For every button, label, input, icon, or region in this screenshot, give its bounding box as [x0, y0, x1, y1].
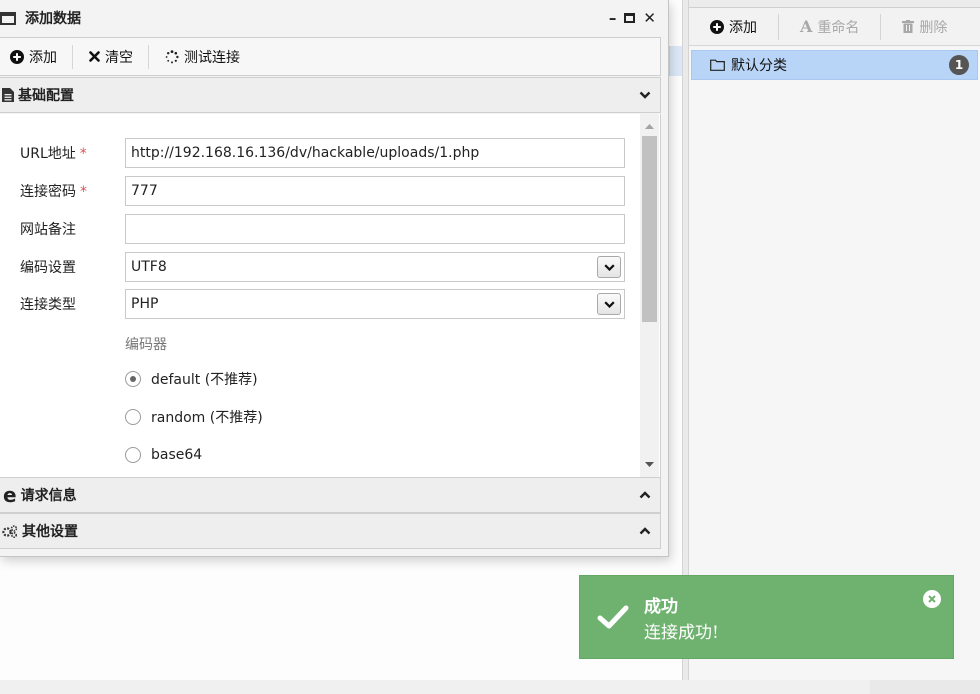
- success-toast: 成功 连接成功!: [579, 575, 954, 659]
- url-input[interactable]: [125, 138, 625, 168]
- category-list: 默认分类 1: [689, 46, 980, 84]
- encoding-label: 编码设置: [20, 260, 76, 276]
- ie-icon: e: [3, 483, 17, 507]
- chevron-down-icon: [597, 293, 621, 315]
- toast-title: 成功: [644, 596, 678, 617]
- close-icon[interactable]: [923, 590, 941, 608]
- encoder-option-label: default (不推荐): [151, 372, 258, 388]
- category-toolbar: 添加 A 重命名 删除: [689, 8, 980, 46]
- x-icon: [89, 51, 100, 62]
- plus-circle-icon: [10, 49, 24, 64]
- type-value: PHP: [131, 296, 159, 312]
- scroll-up-arrow-icon[interactable]: [640, 118, 659, 135]
- encoder-option-label: random (不推荐): [151, 410, 263, 426]
- category-rename-button[interactable]: A 重命名: [779, 13, 882, 40]
- radio-checked[interactable]: [125, 371, 141, 387]
- scroll-thumb[interactable]: [642, 136, 657, 322]
- encoding-select[interactable]: UTF8: [125, 252, 625, 282]
- type-select[interactable]: PHP: [125, 289, 625, 319]
- toast-message: 连接成功!: [644, 622, 719, 643]
- scroll-down-arrow-icon[interactable]: [640, 456, 659, 473]
- section-other-label: 其他设置: [22, 524, 78, 540]
- document-icon: [2, 88, 14, 102]
- clear-button-label: 清空: [105, 49, 133, 66]
- section-request-label: 请求信息: [20, 488, 77, 504]
- category-delete-label: 删除: [919, 19, 948, 36]
- basic-config-form: URL地址* 连接密码* 网站备注 编码设置 UTF8 连接类型 PHP 编码器: [0, 114, 661, 477]
- encoding-row: 编码设置 UTF8: [20, 252, 626, 282]
- dialog-toolbar: 添加 清空 测试连接: [0, 37, 661, 76]
- password-row: 连接密码 *: [20, 176, 626, 206]
- test-connection-button[interactable]: 测试连接: [149, 45, 255, 69]
- font-icon: A: [800, 17, 813, 36]
- folder-icon: [710, 59, 725, 71]
- password-label: 连接密码 *: [20, 184, 87, 200]
- test-connection-label: 测试连接: [184, 49, 240, 66]
- note-row: 网站备注: [20, 214, 626, 244]
- chevron-up-icon: [630, 491, 660, 499]
- category-add-label: 添加: [729, 19, 757, 36]
- category-delete-button[interactable]: 删除: [881, 14, 968, 40]
- dialog-title: 添加数据: [25, 11, 81, 27]
- chevron-down-icon: [597, 256, 621, 278]
- window-icon: [0, 11, 16, 25]
- category-item-default[interactable]: 默认分类 1: [691, 50, 978, 80]
- chevron-up-icon: [630, 527, 660, 535]
- trash-icon: [902, 20, 915, 33]
- add-button[interactable]: 添加: [0, 44, 73, 69]
- section-basic-label: 基础配置: [18, 88, 74, 104]
- url-row: URL地址 *: [20, 138, 626, 168]
- category-rename-label: 重命名: [817, 19, 860, 36]
- radio-unchecked[interactable]: [125, 447, 141, 463]
- minimize-button[interactable]: –: [609, 10, 617, 26]
- section-basic-config[interactable]: 基础配置: [0, 77, 661, 113]
- maximize-button[interactable]: [624, 13, 636, 23]
- clear-button[interactable]: 清空: [73, 44, 149, 69]
- dialog-titlebar[interactable]: 添加数据 – ✕: [0, 0, 668, 36]
- section-request-info[interactable]: e 请求信息: [0, 477, 661, 513]
- encoding-value: UTF8: [131, 259, 167, 275]
- note-input[interactable]: [125, 214, 625, 244]
- url-label: URL地址 *: [20, 146, 87, 162]
- password-input[interactable]: [125, 176, 625, 206]
- window-controls: – ✕: [609, 10, 668, 26]
- category-add-button[interactable]: 添加: [689, 13, 779, 40]
- close-button[interactable]: ✕: [643, 10, 656, 26]
- plus-circle-icon: [710, 19, 724, 34]
- type-label: 连接类型: [20, 297, 76, 313]
- note-label: 网站备注: [20, 222, 76, 238]
- status-strip: [0, 680, 870, 694]
- encoder-option-default[interactable]: default (不推荐): [125, 367, 258, 391]
- encoder-option-base64[interactable]: base64: [125, 443, 202, 467]
- encoder-option-random[interactable]: random (不推荐): [125, 405, 263, 429]
- radio-unchecked[interactable]: [125, 409, 141, 425]
- section-other-settings[interactable]: 其他设置: [0, 513, 661, 549]
- encoder-title: 编码器: [125, 337, 167, 353]
- add-data-dialog: 添加数据 – ✕ 添加 清空 测试连接 基础配置 URL地址 * http://…: [0, 0, 669, 557]
- type-row: 连接类型 PHP: [20, 289, 626, 319]
- spinner-icon: [165, 49, 179, 63]
- form-scrollbar[interactable]: [640, 114, 659, 477]
- encoder-option-label: base64: [151, 447, 203, 463]
- category-panel-header: [689, 0, 980, 8]
- chevron-down-icon: [630, 91, 660, 99]
- category-count-badge: 1: [949, 55, 969, 75]
- gears-icon: [2, 524, 18, 538]
- background-tab-edge: [669, 46, 682, 76]
- checkmark-icon: [597, 605, 629, 629]
- toast-content: 成功 连接成功!: [644, 592, 719, 643]
- add-button-label: 添加: [29, 49, 57, 66]
- category-label: 默认分类: [731, 58, 787, 74]
